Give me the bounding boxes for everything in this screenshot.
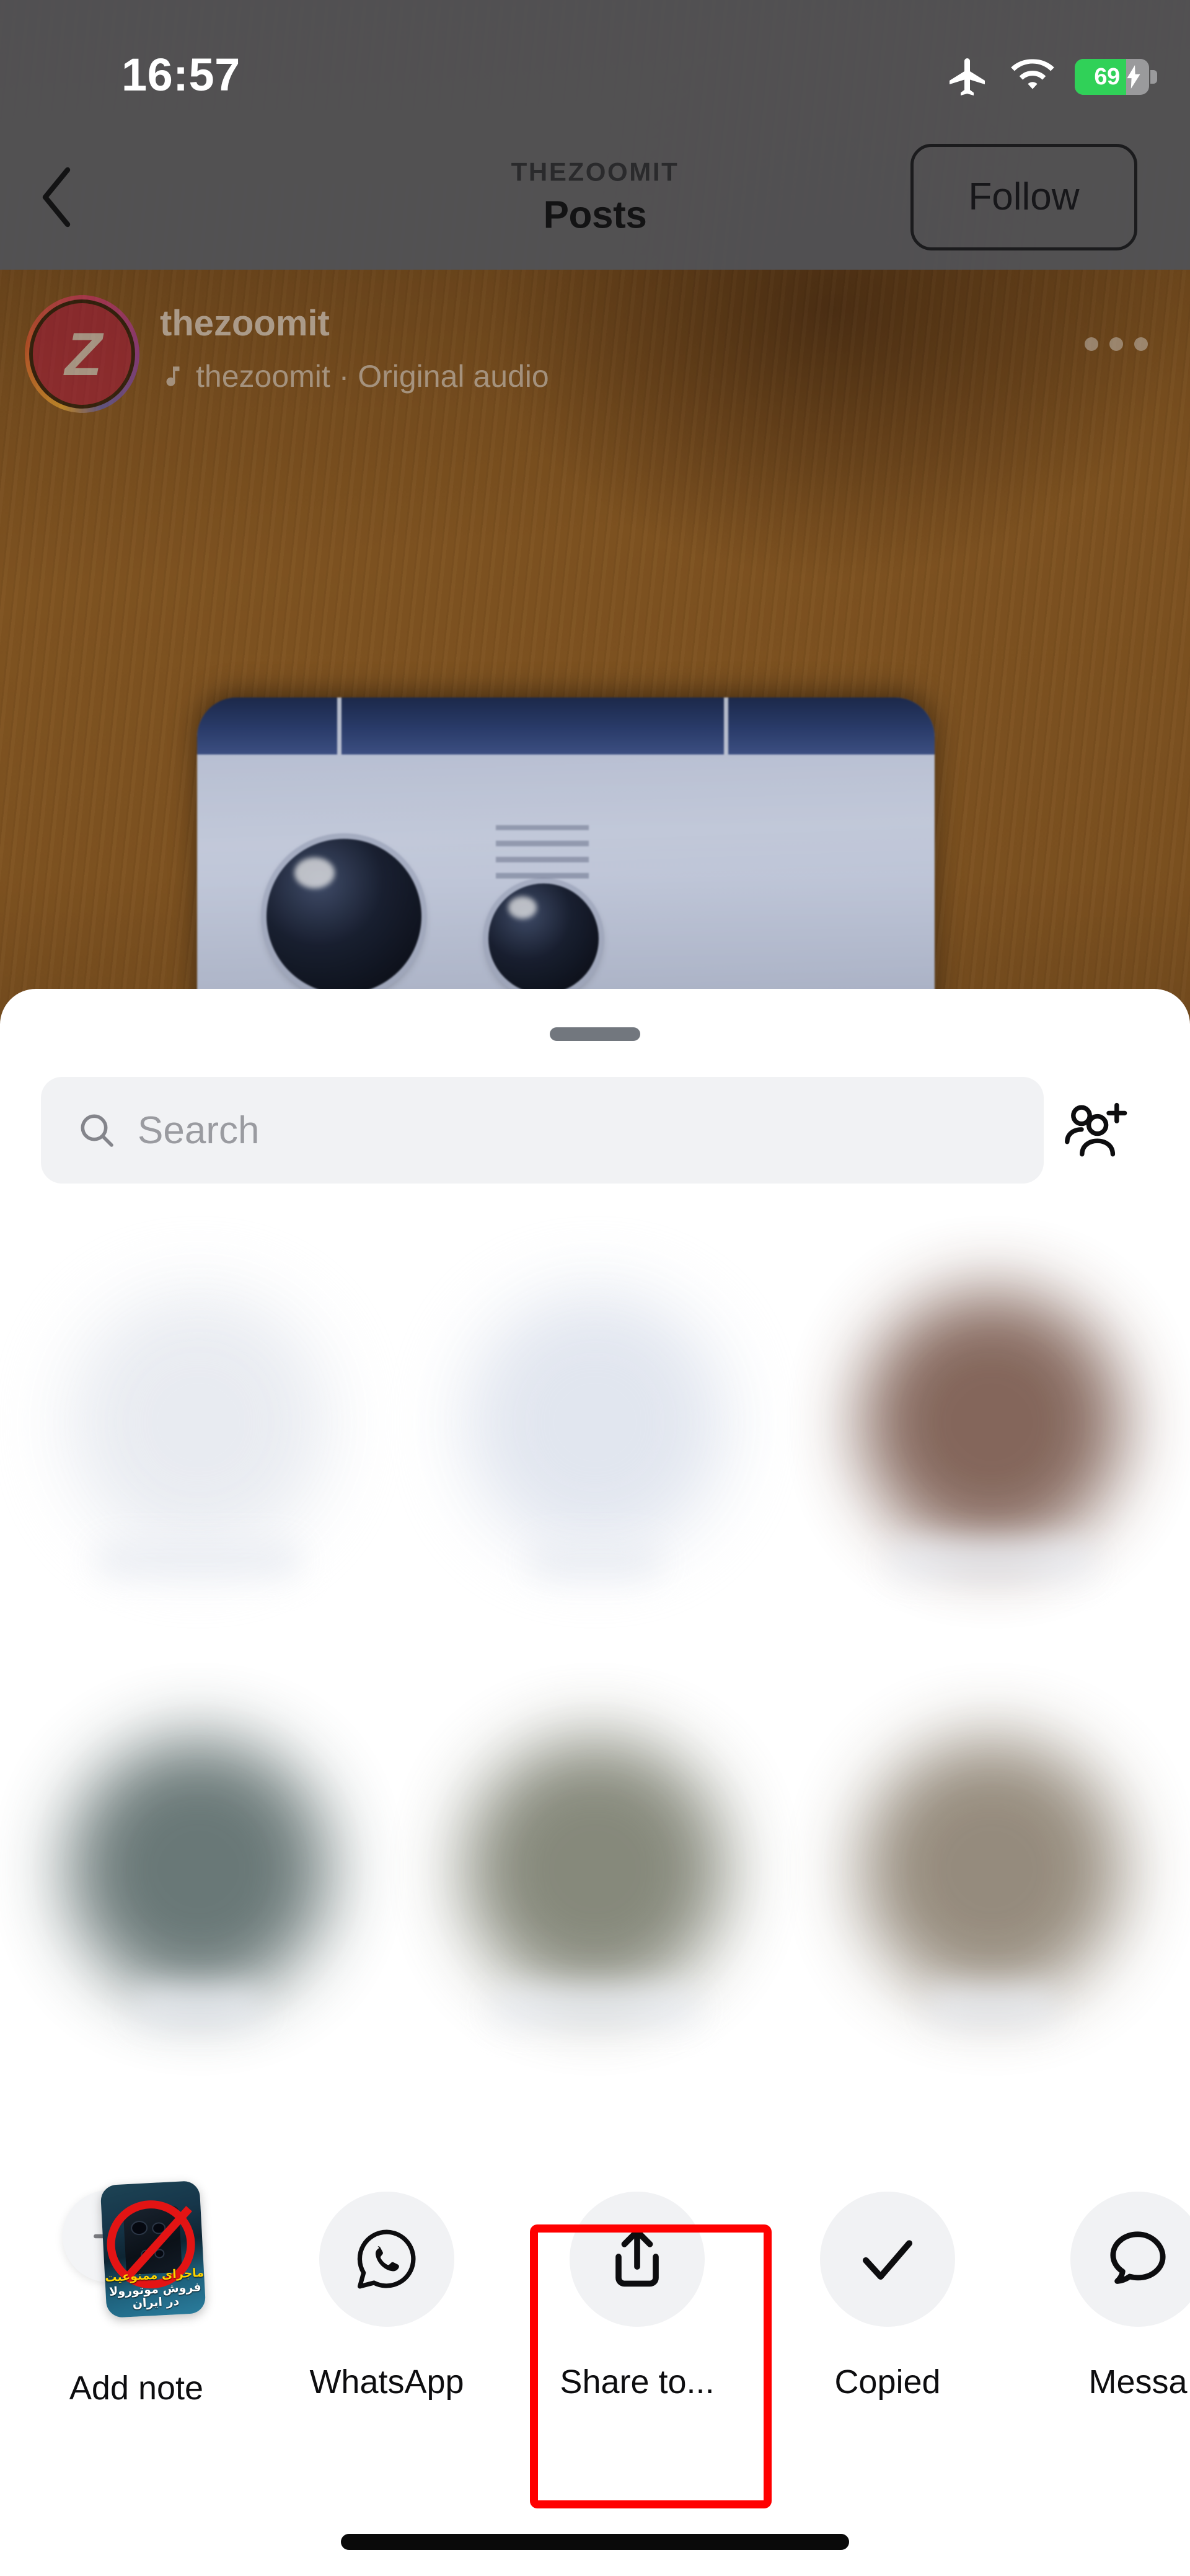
battery-indicator: 69 (1075, 59, 1157, 95)
post-username[interactable]: thezoomit (160, 303, 330, 344)
battery-cap (1150, 70, 1157, 84)
share-item-label: Share to... (560, 2363, 715, 2401)
share-item-label: Copied (834, 2363, 941, 2401)
share-targets-row: ماجرای ممنوعیت فروش موتورولا در ایران Ad… (0, 2168, 1190, 2466)
follow-button[interactable]: Follow (910, 143, 1137, 250)
phone-screen: Z thezoomit thezoomit · Original audio 1… (0, 0, 1190, 2576)
add-people-icon[interactable] (1044, 1077, 1149, 1184)
list-item[interactable] (793, 1645, 1190, 2092)
navigation-bar: THEZOOMIT Posts Follow (0, 124, 1190, 270)
share-item-label: Add note (69, 2370, 204, 2407)
whatsapp-share-button[interactable]: WhatsApp (262, 2168, 512, 2401)
music-note-icon (160, 362, 186, 391)
more-dot (1134, 337, 1148, 351)
messages-share-button[interactable]: Messa (1013, 2168, 1190, 2401)
share-item-label: Messa (1088, 2363, 1188, 2401)
list-item[interactable] (793, 1198, 1190, 1645)
thumbnail-caption-line2: فروش موتورولا در ایران (108, 2280, 202, 2311)
page-title-group: THEZOOMIT Posts (511, 157, 679, 237)
search-icon (77, 1110, 117, 1150)
note-post-thumbnail: ماجرای ممنوعیت فروش موتورولا در ایران (100, 2180, 206, 2319)
message-bubble-icon (1070, 2192, 1190, 2327)
status-bar-time: 16:57 (121, 49, 240, 100)
status-bar-indicators: 69 (946, 55, 1157, 99)
list-item[interactable] (397, 1645, 793, 2092)
more-dot (1109, 337, 1123, 351)
page-title: Posts (543, 193, 647, 236)
whatsapp-icon (319, 2192, 454, 2327)
share-bottom-sheet: Search ماجرای ممنوعیت فروش موتورولا در ا… (0, 989, 1190, 2576)
more-dot (1085, 337, 1098, 351)
search-input[interactable]: Search (41, 1077, 1044, 1184)
sheet-drag-handle[interactable] (550, 1027, 640, 1041)
avatar[interactable]: Z (25, 295, 139, 413)
add-note-thumbnail: ماجرای ممنوعیت فروش موتورولا در ایران (63, 2174, 206, 2333)
list-item[interactable] (0, 1198, 397, 1645)
copy-link-button[interactable]: Copied (762, 2168, 1013, 2401)
avatar-initial: Z (33, 303, 131, 405)
search-placeholder: Search (138, 1109, 260, 1152)
share-up-arrow-icon (570, 2192, 705, 2327)
search-row: Search (0, 1062, 1190, 1198)
status-bar: 16:57 69 (0, 0, 1190, 124)
charging-bolt-icon (1127, 65, 1140, 89)
list-item[interactable] (397, 1198, 793, 1645)
post-audio-row[interactable]: thezoomit · Original audio (160, 358, 549, 394)
more-options-icon[interactable] (1085, 337, 1148, 351)
contacts-grid (0, 1198, 1190, 2092)
post-author-row: Z thezoomit thezoomit · Original audio (0, 291, 1190, 422)
wifi-icon (1009, 58, 1056, 95)
post-audio-label: thezoomit · Original audio (196, 359, 549, 394)
avatar-inner-ring: Z (29, 299, 135, 409)
nav-eyebrow: THEZOOMIT (511, 157, 679, 186)
share-to-button[interactable]: Share to... (512, 2168, 762, 2401)
checkmark-icon (820, 2192, 955, 2327)
add-note-button[interactable]: ماجرای ممنوعیت فروش موتورولا در ایران Ad… (11, 2168, 262, 2407)
back-chevron-icon[interactable] (24, 157, 92, 237)
home-indicator (341, 2534, 849, 2550)
airplane-mode-icon (946, 55, 990, 99)
share-item-label: WhatsApp (309, 2363, 464, 2401)
list-item[interactable] (0, 1645, 397, 2092)
thumbnail-caption: ماجرای ممنوعیت فروش موتورولا در ایران (105, 2266, 206, 2312)
